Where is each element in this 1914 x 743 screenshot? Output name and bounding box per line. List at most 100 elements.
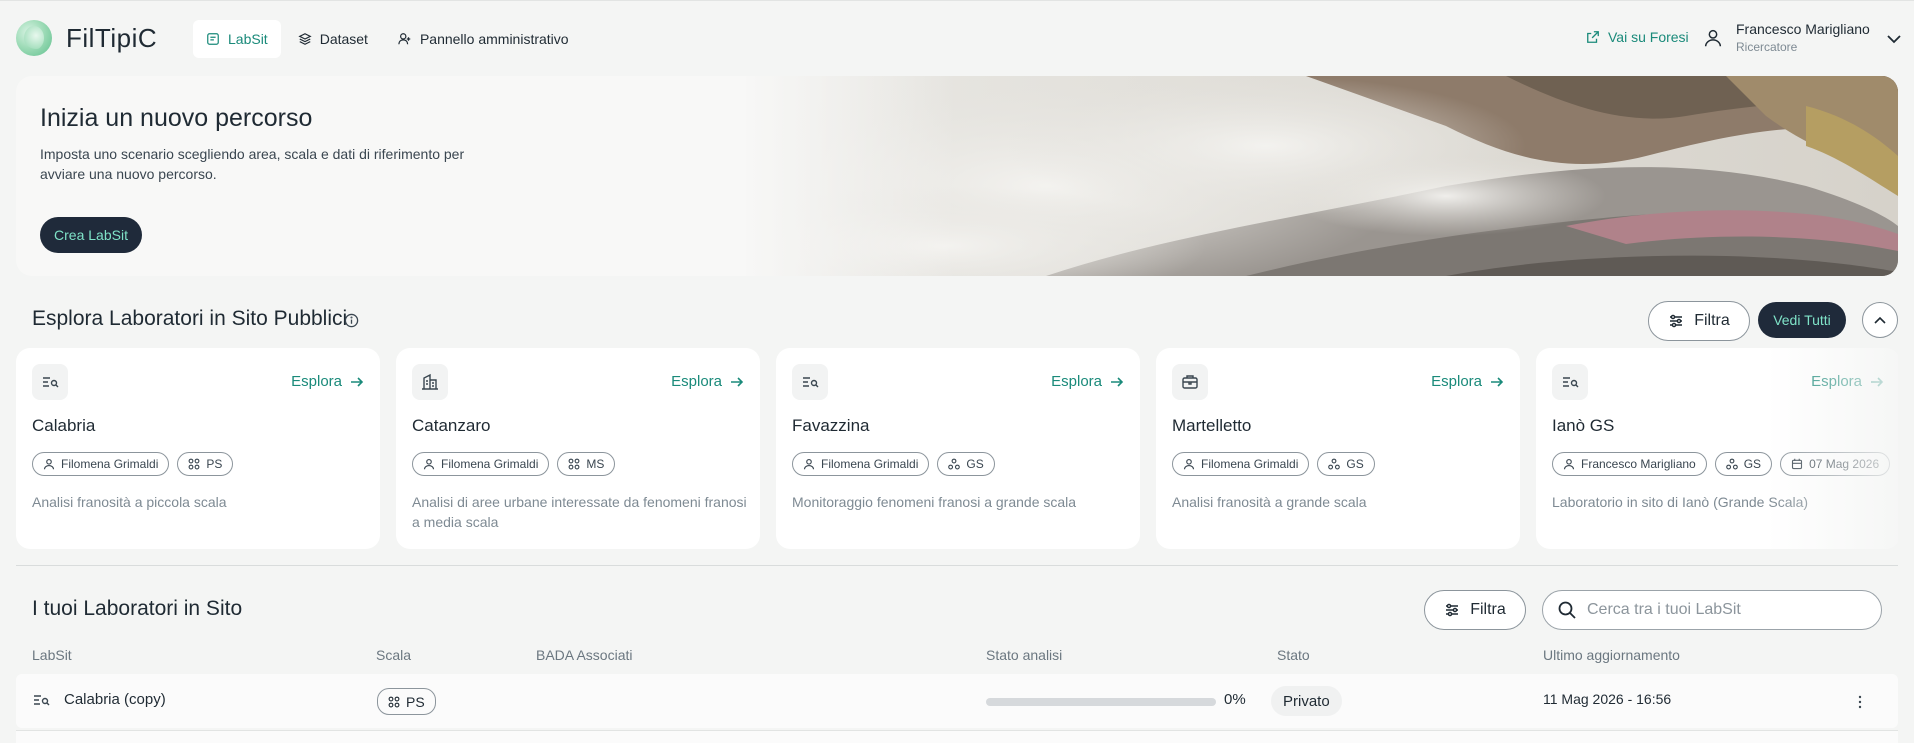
labsit-card[interactable]: Esplora Calabria Filomena Grimaldi PS An… <box>16 348 380 549</box>
labsit-card[interactable]: Esplora Favazzina Filomena Grimaldi GS M… <box>776 348 1140 549</box>
search-list-icon <box>792 364 828 400</box>
table-row[interactable]: Calabria (copy) PS 0% Privato 11 Mag 202… <box>16 674 1898 728</box>
nav-item-admin[interactable]: Pannello amministrativo <box>385 20 582 58</box>
user-admin-icon <box>398 33 411 45</box>
hero-banner: Inizia un nuovo percorso Imposta uno sce… <box>16 76 1898 276</box>
search-list-icon <box>34 694 50 705</box>
labsit-name[interactable]: Calabria (copy) <box>64 691 166 708</box>
col-header-labsit[interactable]: LabSit <box>32 647 72 663</box>
card-chips: Filomena Grimaldi GS <box>792 452 995 476</box>
collapse-button[interactable] <box>1862 302 1898 338</box>
labsit-card[interactable]: Esplora Ianò GS Francesco Marigliano GS … <box>1536 348 1898 549</box>
explore-link-label: Esplora <box>1431 373 1482 390</box>
my-filter-label: Filtra <box>1470 601 1506 618</box>
calendar-icon <box>1792 458 1803 470</box>
author-chip: Filomena Grimaldi <box>32 452 170 476</box>
arrow-right-icon <box>351 376 364 387</box>
scale-chip: PS <box>377 688 436 715</box>
hero-description: Imposta uno scenario scegliendo area, sc… <box>40 146 465 182</box>
author-name: Filomena Grimaldi <box>1201 457 1299 471</box>
scale-label: PS <box>406 693 425 710</box>
explore-link[interactable]: Esplora <box>1051 373 1124 390</box>
chevron-down-icon[interactable] <box>1886 33 1902 45</box>
my-filter-button[interactable]: Filtra <box>1424 590 1526 630</box>
card-description: Analisi di aree urbane interessate da fe… <box>412 494 747 530</box>
labsit-icon <box>207 33 219 45</box>
user-icon <box>423 458 435 470</box>
author-name: Filomena Grimaldi <box>61 457 159 471</box>
explore-link[interactable]: Esplora <box>291 373 364 390</box>
user-icon <box>803 458 815 470</box>
explore-link-label: Esplora <box>671 373 722 390</box>
explore-link-label: Esplora <box>1811 373 1862 390</box>
date-chip: 07 Mag 2026 <box>1780 452 1891 476</box>
arrow-right-icon <box>731 376 744 387</box>
card-description: Analisi franosità a piccola scala <box>32 494 227 510</box>
labsit-search[interactable] <box>1542 590 1882 630</box>
explore-link[interactable]: Esplora <box>1431 373 1504 390</box>
building-icon <box>412 364 448 400</box>
my-labsit-title: I tuoi Laboratori in Sito <box>32 597 243 620</box>
updated-cell: 11 Mag 2026 - 16:56 <box>1543 691 1672 707</box>
labsit-cell: Calabria (copy) <box>32 691 166 708</box>
create-labsit-button[interactable]: Crea LabSit <box>40 217 142 253</box>
search-list-icon <box>32 364 68 400</box>
sliders-icon <box>1446 603 1459 617</box>
scale-chip: GS <box>937 452 995 476</box>
card-chips: Filomena Grimaldi GS <box>1172 452 1375 476</box>
scale-chip: GS <box>1317 452 1375 476</box>
more-vertical-icon <box>1858 695 1862 709</box>
explore-link-label: Esplora <box>291 373 342 390</box>
col-header-bada[interactable]: BADA Associati <box>536 647 633 663</box>
card-title: Favazzina <box>792 416 870 435</box>
card-title: Calabria <box>32 416 96 435</box>
top-bar: FilTipiC LabSit Dataset Pannello amminis… <box>0 0 1914 76</box>
col-header-stato-analisi[interactable]: Stato analisi <box>986 647 1062 663</box>
card-title: Martelletto <box>1172 416 1252 435</box>
date-label: 07 Mag 2026 <box>1809 457 1880 471</box>
card-title: Ianò GS <box>1552 416 1615 435</box>
scale-chip: GS <box>1714 452 1773 476</box>
labsit-card[interactable]: Esplora Catanzaro Filomena Grimaldi MS A… <box>396 348 760 549</box>
scale-chip: MS <box>557 452 616 476</box>
public-labsit-cards: Esplora Calabria Filomena Grimaldi PS An… <box>16 348 1898 550</box>
arrow-right-icon <box>1111 376 1124 387</box>
search-icon <box>1558 601 1576 619</box>
see-all-button[interactable]: Vedi Tutti <box>1758 302 1846 338</box>
grid-icon <box>388 696 400 707</box>
info-icon[interactable] <box>344 313 359 328</box>
scale-label: GS <box>1346 457 1364 471</box>
nav-item-label: LabSit <box>228 31 268 47</box>
nav-item-labsit[interactable]: LabSit <box>193 20 281 58</box>
layers-icon <box>298 33 312 45</box>
search-input[interactable] <box>1587 601 1867 619</box>
main-nav: LabSit Dataset Pannello amministrativo <box>193 20 582 58</box>
explore-filter-label: Filtra <box>1694 312 1730 329</box>
app-name[interactable]: FilTipiC <box>66 23 157 54</box>
row-menu-button[interactable] <box>1848 690 1872 714</box>
user-menu[interactable]: Francesco Marigliano Ricercatore <box>1700 21 1870 54</box>
scale-label: PS <box>206 457 223 471</box>
col-header-stato[interactable]: Stato <box>1277 647 1310 663</box>
labsit-card[interactable]: Esplora Martelletto Filomena Grimaldi GS… <box>1156 348 1520 549</box>
author-name: Francesco Marigliano <box>1581 457 1696 471</box>
col-header-ultimo[interactable]: Ultimo aggiornamento <box>1543 647 1680 663</box>
user-role: Ricercatore <box>1736 40 1798 54</box>
explore-link[interactable]: Esplora <box>1811 373 1884 390</box>
col-header-scala[interactable]: Scala <box>376 647 411 663</box>
arrow-right-icon <box>1871 376 1884 387</box>
author-chip: Filomena Grimaldi <box>1172 452 1310 476</box>
app-logo-icon[interactable] <box>16 20 52 56</box>
progress-label: 0% <box>1224 691 1246 708</box>
foresi-link[interactable]: Vai su Foresi <box>1586 29 1689 45</box>
explore-link-label: Esplora <box>1051 373 1102 390</box>
sliders-icon <box>1670 314 1683 328</box>
analysis-progress-bar <box>986 698 1216 706</box>
nav-item-label: Dataset <box>319 31 368 47</box>
explore-link[interactable]: Esplora <box>671 373 744 390</box>
scale-label: MS <box>586 457 605 471</box>
user-name: Francesco Marigliano <box>1736 21 1870 37</box>
scale-chip: PS <box>177 452 234 476</box>
explore-filter-button[interactable]: Filtra <box>1648 301 1750 341</box>
nav-item-dataset[interactable]: Dataset <box>285 20 381 58</box>
